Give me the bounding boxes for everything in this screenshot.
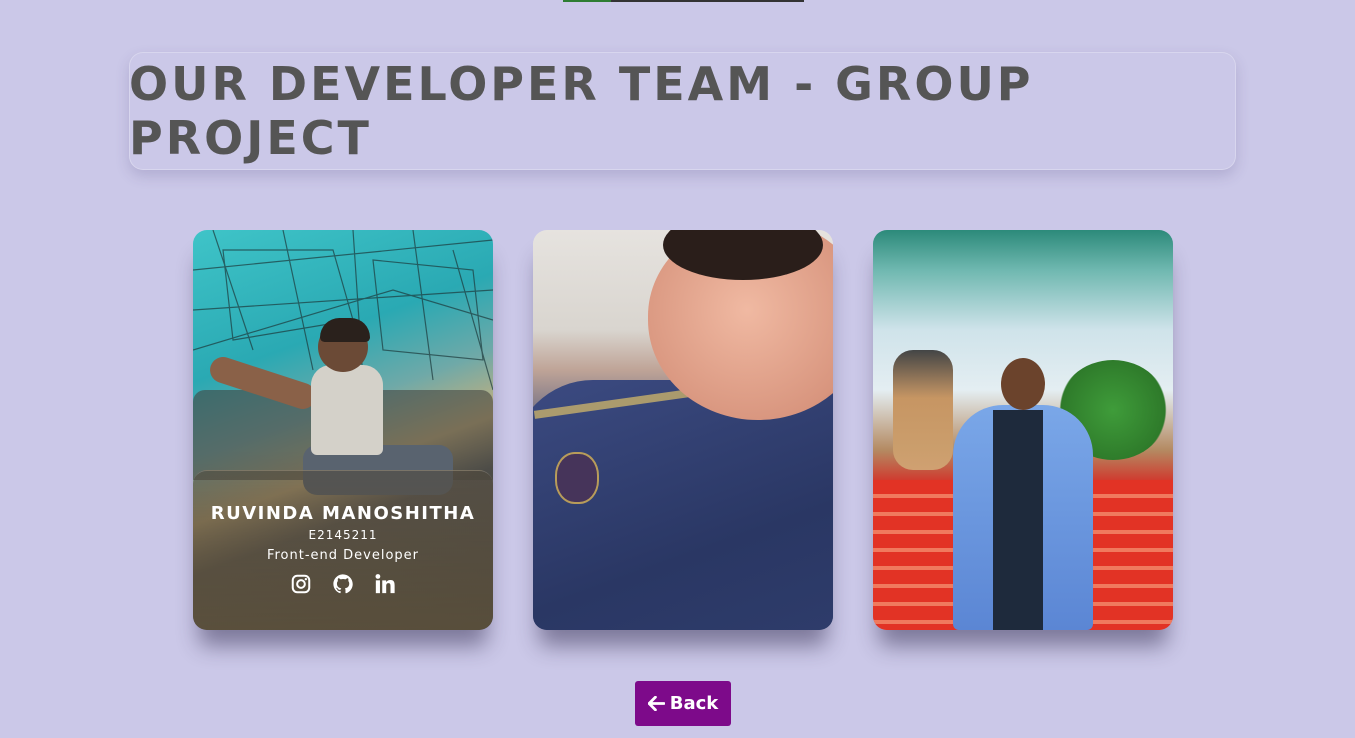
- instagram-icon[interactable]: [290, 573, 312, 595]
- background-people: [893, 350, 953, 470]
- github-icon[interactable]: [332, 573, 354, 595]
- member-role: Front-end Developer: [266, 548, 420, 563]
- back-button[interactable]: Back: [635, 681, 731, 726]
- member-student-id: E2145211: [308, 528, 378, 542]
- team-card-1[interactable]: RUVINDA MANOSHITHA E2145211 Front-end De…: [193, 230, 493, 630]
- member-head: [1001, 358, 1045, 410]
- member-shirt: [533, 380, 833, 630]
- top-progress-segment: [563, 0, 611, 2]
- member-photo: [533, 230, 833, 630]
- top-progress-strip: [563, 0, 804, 2]
- title-banner: OUR DEVELOPER TEAM - GROUP PROJECT: [129, 52, 1236, 170]
- shirt-emblem: [555, 452, 599, 504]
- member-name: RUVINDA MANOSHITHA: [210, 503, 476, 524]
- social-links: [193, 573, 493, 595]
- arrow-left-icon: [647, 696, 665, 711]
- team-card-2[interactable]: [533, 230, 833, 630]
- member-photo: [873, 230, 1173, 630]
- person-hair: [320, 318, 370, 342]
- linkedin-icon[interactable]: [374, 573, 396, 595]
- person-shirt: [311, 365, 383, 455]
- member-suit: [993, 410, 1043, 630]
- page-title: OUR DEVELOPER TEAM - GROUP PROJECT: [129, 57, 1034, 165]
- member-info-panel: RUVINDA MANOSHITHA E2145211 Front-end De…: [193, 470, 493, 630]
- back-button-label: Back: [669, 693, 719, 714]
- team-card-3[interactable]: [873, 230, 1173, 630]
